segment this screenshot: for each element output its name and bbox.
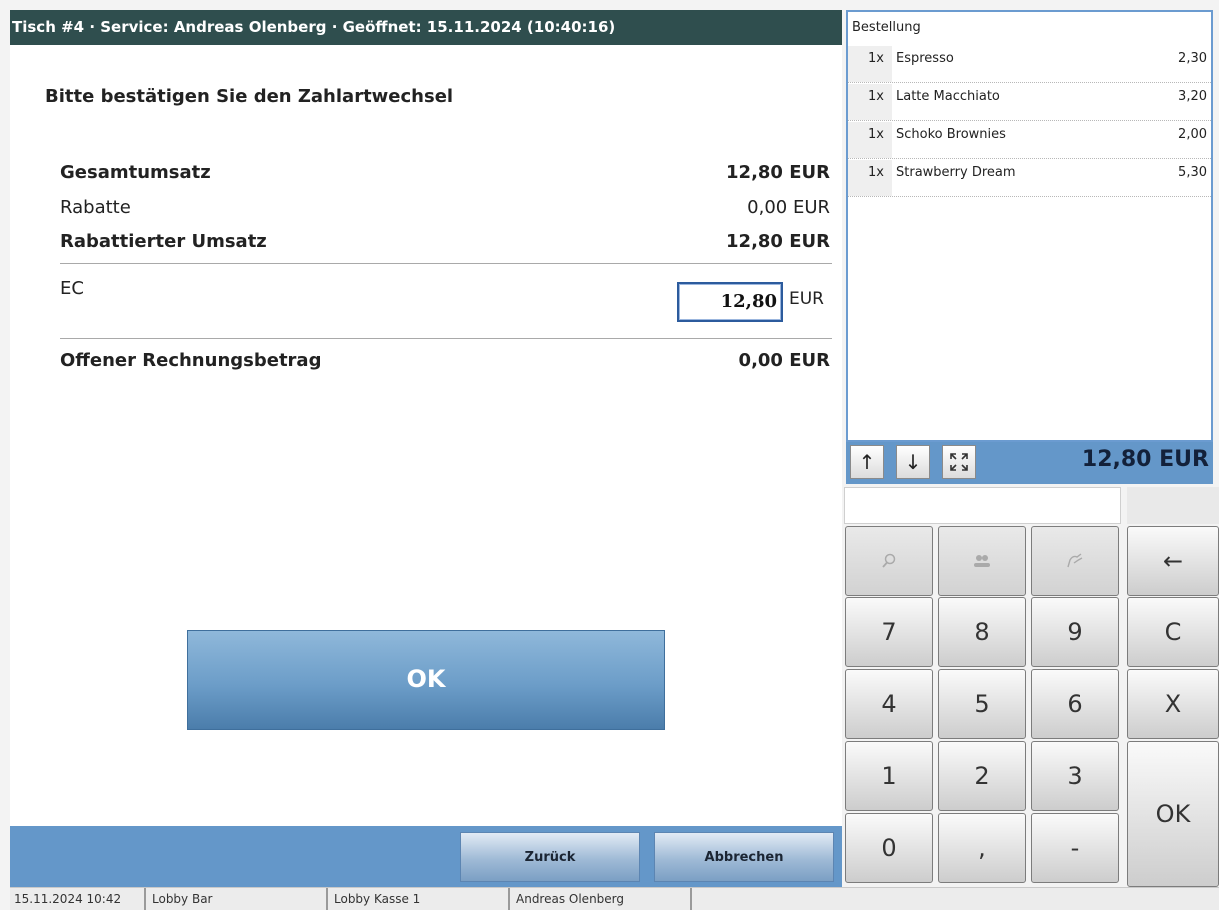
order-total: 12,80 EUR [1081,447,1209,472]
guests-icon[interactable] [938,526,1026,596]
order-panel: Bestellung 1x Espresso 2,30 1x Latte Mac… [846,10,1213,442]
keypad-display-side [1127,487,1219,524]
discounted-total-row: Rabattierter Umsatz 12,80 EUR [60,229,830,255]
order-item-name: Strawberry Dream [896,165,1016,180]
status-datetime: 15.11.2024 10:42 [10,888,146,910]
discount-row: Rabatte 0,00 EUR [60,195,830,221]
search-icon[interactable] [845,526,933,596]
cancel-button[interactable]: Abbrechen [654,832,834,882]
payment-amount-input[interactable]: 12,80 [677,282,783,322]
expand-icon[interactable] [942,445,976,479]
key-7[interactable]: 7 [845,597,933,667]
total-row: Gesamtumsatz 12,80 EUR [60,160,830,186]
status-user: Andreas Olenberg [512,888,692,910]
back-button[interactable]: Zurück [460,832,640,882]
keypad-ok-key[interactable]: OK [1127,741,1219,887]
expand-icon-svg [950,453,968,471]
order-item[interactable]: 1x Latte Macchiato 3,20 [848,84,1211,121]
order-item-price: 3,20 [1178,89,1207,104]
order-item-qty: 1x [848,160,892,196]
scroll-down-button[interactable]: ↓ [896,445,930,479]
discount-value: 0,00 EUR [747,197,830,218]
key-9[interactable]: 9 [1031,597,1119,667]
order-item[interactable]: 1x Strawberry Dream 5,30 [848,160,1211,197]
order-item-name: Espresso [896,51,954,66]
key-2[interactable]: 2 [938,741,1026,811]
divider [60,338,832,339]
window-title: Tisch #4 · Service: Andreas Olenberg · G… [10,10,842,45]
order-total-bar: ↑ ↓ 12,80 EUR [846,442,1213,484]
confirm-heading: Bitte bestätigen Sie den Zahlartwechsel [45,86,454,107]
order-item[interactable]: 1x Schoko Brownies 2,00 [848,122,1211,159]
order-item-price: 2,00 [1178,127,1207,142]
open-amount-row: Offener Rechnungsbetrag 0,00 EUR [60,348,830,374]
action-bar: Zurück Abbrechen [10,826,842,887]
key-1[interactable]: 1 [845,741,933,811]
multiply-key[interactable]: X [1127,669,1219,739]
scroll-up-button[interactable]: ↑ [850,445,884,479]
payment-method-label: EC [60,278,84,299]
keypad-display[interactable] [844,487,1121,524]
key-3[interactable]: 3 [1031,741,1119,811]
order-item-name: Latte Macchiato [896,89,1000,104]
order-item-qty: 1x [848,84,892,120]
key-4[interactable]: 4 [845,669,933,739]
payment-panel: Tisch #4 · Service: Andreas Olenberg · G… [10,10,842,826]
discount-label: Rabatte [60,197,131,218]
open-amount-label: Offener Rechnungsbetrag [60,350,322,371]
signature-icon[interactable] [1031,526,1119,596]
guests-icon-svg [974,555,990,567]
order-item-price: 5,30 [1178,165,1207,180]
signature-icon-svg [1067,553,1083,568]
total-value: 12,80 EUR [726,162,830,183]
key-0[interactable]: 0 [845,813,933,883]
key-6[interactable]: 6 [1031,669,1119,739]
order-heading: Bestellung [852,20,921,35]
order-item-qty: 1x [848,46,892,82]
order-item-qty: 1x [848,122,892,158]
order-item-price: 2,30 [1178,51,1207,66]
search-icon-svg [882,553,896,568]
discounted-total-value: 12,80 EUR [726,231,830,252]
payment-currency: EUR [789,289,824,309]
clear-key[interactable]: C [1127,597,1219,667]
open-amount-value: 0,00 EUR [738,350,830,371]
ok-button[interactable]: OK [187,630,665,730]
status-bar: 15.11.2024 10:42 Lobby Bar Lobby Kasse 1… [10,887,1219,910]
status-location: Lobby Bar [148,888,328,910]
total-label: Gesamtumsatz [60,162,211,183]
comma-key[interactable]: , [938,813,1026,883]
discounted-total-label: Rabattierter Umsatz [60,231,267,252]
backspace-key[interactable]: ← [1127,526,1219,596]
order-item[interactable]: 1x Espresso 2,30 [848,46,1211,83]
minus-key[interactable]: - [1031,813,1119,883]
order-item-name: Schoko Brownies [896,127,1006,142]
key-5[interactable]: 5 [938,669,1026,739]
key-8[interactable]: 8 [938,597,1026,667]
status-register: Lobby Kasse 1 [330,888,510,910]
divider [60,263,832,264]
